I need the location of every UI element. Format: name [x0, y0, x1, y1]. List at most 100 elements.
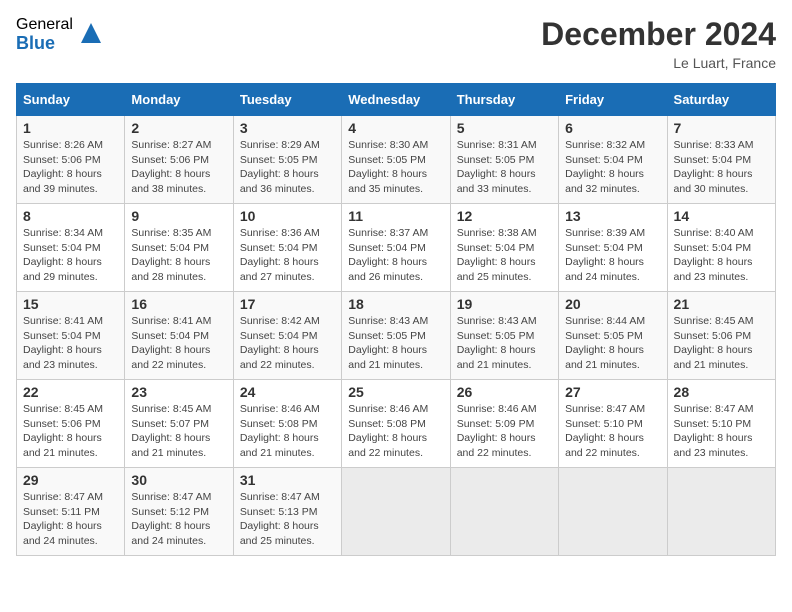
col-saturday: Saturday: [667, 84, 775, 116]
calendar-cell: 27 Sunrise: 8:47 AM Sunset: 5:10 PM Dayl…: [559, 380, 667, 468]
header-row: Sunday Monday Tuesday Wednesday Thursday…: [17, 84, 776, 116]
day-detail: Sunrise: 8:26 AM Sunset: 5:06 PM Dayligh…: [23, 138, 118, 197]
calendar-cell: 7 Sunrise: 8:33 AM Sunset: 5:04 PM Dayli…: [667, 116, 775, 204]
day-number: 24: [240, 384, 335, 400]
day-detail: Sunrise: 8:30 AM Sunset: 5:05 PM Dayligh…: [348, 138, 443, 197]
title-section: December 2024 Le Luart, France: [541, 16, 776, 71]
day-detail: Sunrise: 8:34 AM Sunset: 5:04 PM Dayligh…: [23, 226, 118, 285]
calendar-cell: 16 Sunrise: 8:41 AM Sunset: 5:04 PM Dayl…: [125, 292, 233, 380]
day-number: 30: [131, 472, 226, 488]
logo-general: General: [16, 16, 73, 34]
calendar-cell: 8 Sunrise: 8:34 AM Sunset: 5:04 PM Dayli…: [17, 204, 125, 292]
day-number: 18: [348, 296, 443, 312]
day-detail: Sunrise: 8:39 AM Sunset: 5:04 PM Dayligh…: [565, 226, 660, 285]
calendar-week-1: 1 Sunrise: 8:26 AM Sunset: 5:06 PM Dayli…: [17, 116, 776, 204]
calendar-cell: 14 Sunrise: 8:40 AM Sunset: 5:04 PM Dayl…: [667, 204, 775, 292]
day-detail: Sunrise: 8:40 AM Sunset: 5:04 PM Dayligh…: [674, 226, 769, 285]
day-number: 13: [565, 208, 660, 224]
day-number: 4: [348, 120, 443, 136]
calendar-cell: 18 Sunrise: 8:43 AM Sunset: 5:05 PM Dayl…: [342, 292, 450, 380]
col-sunday: Sunday: [17, 84, 125, 116]
day-number: 3: [240, 120, 335, 136]
day-number: 14: [674, 208, 769, 224]
calendar-cell: 22 Sunrise: 8:45 AM Sunset: 5:06 PM Dayl…: [17, 380, 125, 468]
calendar-cell: 19 Sunrise: 8:43 AM Sunset: 5:05 PM Dayl…: [450, 292, 558, 380]
calendar-cell: 3 Sunrise: 8:29 AM Sunset: 5:05 PM Dayli…: [233, 116, 341, 204]
day-number: 26: [457, 384, 552, 400]
day-detail: Sunrise: 8:33 AM Sunset: 5:04 PM Dayligh…: [674, 138, 769, 197]
calendar-week-2: 8 Sunrise: 8:34 AM Sunset: 5:04 PM Dayli…: [17, 204, 776, 292]
day-number: 22: [23, 384, 118, 400]
calendar-cell: 4 Sunrise: 8:30 AM Sunset: 5:05 PM Dayli…: [342, 116, 450, 204]
calendar-cell: 25 Sunrise: 8:46 AM Sunset: 5:08 PM Dayl…: [342, 380, 450, 468]
day-detail: Sunrise: 8:45 AM Sunset: 5:06 PM Dayligh…: [674, 314, 769, 373]
day-number: 23: [131, 384, 226, 400]
day-detail: Sunrise: 8:45 AM Sunset: 5:07 PM Dayligh…: [131, 402, 226, 461]
day-number: 5: [457, 120, 552, 136]
calendar-cell: 26 Sunrise: 8:46 AM Sunset: 5:09 PM Dayl…: [450, 380, 558, 468]
calendar-cell: [559, 468, 667, 556]
day-detail: Sunrise: 8:38 AM Sunset: 5:04 PM Dayligh…: [457, 226, 552, 285]
day-detail: Sunrise: 8:41 AM Sunset: 5:04 PM Dayligh…: [131, 314, 226, 373]
day-detail: Sunrise: 8:27 AM Sunset: 5:06 PM Dayligh…: [131, 138, 226, 197]
day-detail: Sunrise: 8:43 AM Sunset: 5:05 PM Dayligh…: [457, 314, 552, 373]
calendar-cell: 30 Sunrise: 8:47 AM Sunset: 5:12 PM Dayl…: [125, 468, 233, 556]
day-number: 6: [565, 120, 660, 136]
day-number: 19: [457, 296, 552, 312]
day-number: 10: [240, 208, 335, 224]
calendar-cell: [342, 468, 450, 556]
day-detail: Sunrise: 8:47 AM Sunset: 5:12 PM Dayligh…: [131, 490, 226, 549]
day-detail: Sunrise: 8:37 AM Sunset: 5:04 PM Dayligh…: [348, 226, 443, 285]
day-detail: Sunrise: 8:31 AM Sunset: 5:05 PM Dayligh…: [457, 138, 552, 197]
location: Le Luart, France: [541, 55, 776, 71]
day-detail: Sunrise: 8:44 AM Sunset: 5:05 PM Dayligh…: [565, 314, 660, 373]
col-monday: Monday: [125, 84, 233, 116]
day-detail: Sunrise: 8:35 AM Sunset: 5:04 PM Dayligh…: [131, 226, 226, 285]
col-friday: Friday: [559, 84, 667, 116]
day-number: 31: [240, 472, 335, 488]
calendar-cell: 2 Sunrise: 8:27 AM Sunset: 5:06 PM Dayli…: [125, 116, 233, 204]
day-number: 27: [565, 384, 660, 400]
calendar-cell: 31 Sunrise: 8:47 AM Sunset: 5:13 PM Dayl…: [233, 468, 341, 556]
day-number: 28: [674, 384, 769, 400]
calendar-cell: 13 Sunrise: 8:39 AM Sunset: 5:04 PM Dayl…: [559, 204, 667, 292]
day-number: 21: [674, 296, 769, 312]
day-number: 29: [23, 472, 118, 488]
day-number: 12: [457, 208, 552, 224]
day-detail: Sunrise: 8:45 AM Sunset: 5:06 PM Dayligh…: [23, 402, 118, 461]
col-tuesday: Tuesday: [233, 84, 341, 116]
calendar-week-3: 15 Sunrise: 8:41 AM Sunset: 5:04 PM Dayl…: [17, 292, 776, 380]
calendar-cell: 12 Sunrise: 8:38 AM Sunset: 5:04 PM Dayl…: [450, 204, 558, 292]
calendar-cell: 29 Sunrise: 8:47 AM Sunset: 5:11 PM Dayl…: [17, 468, 125, 556]
day-detail: Sunrise: 8:41 AM Sunset: 5:04 PM Dayligh…: [23, 314, 118, 373]
day-detail: Sunrise: 8:47 AM Sunset: 5:13 PM Dayligh…: [240, 490, 335, 549]
calendar-cell: 10 Sunrise: 8:36 AM Sunset: 5:04 PM Dayl…: [233, 204, 341, 292]
calendar-cell: 5 Sunrise: 8:31 AM Sunset: 5:05 PM Dayli…: [450, 116, 558, 204]
day-number: 25: [348, 384, 443, 400]
calendar-cell: [667, 468, 775, 556]
day-number: 1: [23, 120, 118, 136]
logo: General Blue: [16, 16, 105, 53]
col-thursday: Thursday: [450, 84, 558, 116]
day-number: 7: [674, 120, 769, 136]
calendar-week-4: 22 Sunrise: 8:45 AM Sunset: 5:06 PM Dayl…: [17, 380, 776, 468]
day-detail: Sunrise: 8:32 AM Sunset: 5:04 PM Dayligh…: [565, 138, 660, 197]
calendar-week-5: 29 Sunrise: 8:47 AM Sunset: 5:11 PM Dayl…: [17, 468, 776, 556]
day-number: 11: [348, 208, 443, 224]
day-number: 15: [23, 296, 118, 312]
calendar-cell: 17 Sunrise: 8:42 AM Sunset: 5:04 PM Dayl…: [233, 292, 341, 380]
day-detail: Sunrise: 8:46 AM Sunset: 5:08 PM Dayligh…: [240, 402, 335, 461]
day-number: 17: [240, 296, 335, 312]
day-detail: Sunrise: 8:43 AM Sunset: 5:05 PM Dayligh…: [348, 314, 443, 373]
month-title: December 2024: [541, 16, 776, 53]
logo-text: General Blue: [16, 16, 73, 53]
day-detail: Sunrise: 8:46 AM Sunset: 5:08 PM Dayligh…: [348, 402, 443, 461]
day-number: 8: [23, 208, 118, 224]
calendar-cell: 11 Sunrise: 8:37 AM Sunset: 5:04 PM Dayl…: [342, 204, 450, 292]
day-detail: Sunrise: 8:47 AM Sunset: 5:10 PM Dayligh…: [674, 402, 769, 461]
calendar-cell: 21 Sunrise: 8:45 AM Sunset: 5:06 PM Dayl…: [667, 292, 775, 380]
calendar-cell: 15 Sunrise: 8:41 AM Sunset: 5:04 PM Dayl…: [17, 292, 125, 380]
day-detail: Sunrise: 8:36 AM Sunset: 5:04 PM Dayligh…: [240, 226, 335, 285]
day-detail: Sunrise: 8:47 AM Sunset: 5:10 PM Dayligh…: [565, 402, 660, 461]
col-wednesday: Wednesday: [342, 84, 450, 116]
